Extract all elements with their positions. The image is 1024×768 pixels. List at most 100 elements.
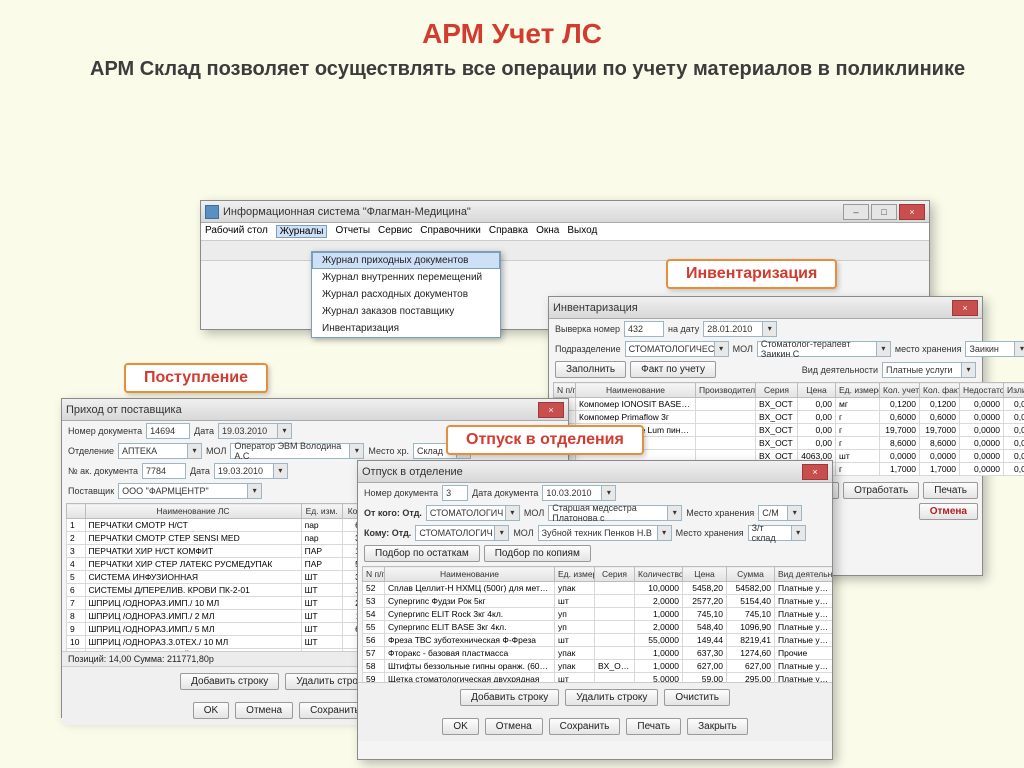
menu-journals[interactable]: Журналы [276,225,328,238]
cell[interactable]: ПЕРЧАТКИ ХИР Н/СТ КОМФИТ [85,545,301,558]
cell[interactable]: 9 [67,623,86,636]
dropdown-arrow-icon[interactable]: ▾ [788,505,802,521]
cell[interactable]: Фторакс - базовая пластмасса [385,647,555,660]
cell[interactable]: 0,00 [798,398,836,411]
cell[interactable]: ПЕРЧАТКИ СМОТР Н/СТ [85,519,301,532]
cell[interactable]: шт [555,673,595,683]
cell[interactable]: 2 [67,532,86,545]
dp-date-field[interactable]: 10.03.2010 [542,485,602,501]
table-row[interactable]: 2Компомер Primaflow 3гBX_ОСТ0,00г0,60000… [554,411,1024,424]
dropdown-item-inventory[interactable]: Инвентаризация [312,320,500,337]
cell[interactable]: 7 [67,597,86,610]
dp-btn-clear[interactable]: Очистить [664,689,730,706]
cell[interactable]: упак [555,582,595,595]
cell[interactable] [696,398,756,411]
cell[interactable]: ШТ [301,584,342,597]
cell[interactable]: 5,0000 [635,673,683,683]
menu-help[interactable]: Справка [489,225,528,238]
cell[interactable]: 3 [67,545,86,558]
cell[interactable]: 0,0000 [1004,463,1024,476]
cell[interactable] [696,437,756,450]
cell[interactable]: 0,1200 [880,398,920,411]
cell[interactable]: Компомер IONOSIT BASELINER - [576,398,696,411]
dropdown-arrow-icon[interactable]: ▾ [248,483,262,499]
cell[interactable] [595,608,635,621]
col-header[interactable]: Ед. измерения [836,383,880,398]
inv-dept-field[interactable]: СТОМАТОЛОГИЧЕС [625,341,715,357]
inv-vnum-field[interactable]: 432 [624,321,664,337]
cell[interactable]: Компомер Primaflow 3г [576,411,696,424]
col-header[interactable]: Цена [683,567,727,582]
cell[interactable]: упак [555,647,595,660]
btn-cancel[interactable]: Отмена [919,503,978,520]
cell[interactable]: 54582,00 [727,582,775,595]
cell[interactable]: Платные услуг [775,621,833,634]
cell[interactable]: Платные услуг [775,582,833,595]
table-row[interactable]: 1Компомер IONOSIT BASELINER -BX_ОСТ0,00м… [554,398,1024,411]
rc-dept-field[interactable]: АПТЕКА [118,443,188,459]
cell[interactable]: г [836,411,880,424]
col-header[interactable]: Ед. измерения [555,567,595,582]
cell[interactable]: СИСТЕМА ИНФУЗИОННАЯ [85,571,301,584]
col-header[interactable]: Производитель [696,383,756,398]
cell[interactable]: BX_ОСТ [756,398,798,411]
dropdown-item-incoming[interactable]: Журнал приходных документов [312,252,500,269]
menu-service[interactable]: Сервис [378,225,412,238]
cell[interactable]: 0,0000 [960,463,1004,476]
cell[interactable] [595,595,635,608]
cell[interactable]: 0,0000 [960,411,1004,424]
dp-btn-print[interactable]: Печать [626,718,681,735]
cell[interactable]: Штифты беззольные гипны оранж. (60шт) [385,660,555,673]
cell[interactable]: BX_ОСТ [756,437,798,450]
cell[interactable]: 1,7000 [880,463,920,476]
dp-btn-delrow[interactable]: Удалить строку [565,689,658,706]
inv-mol-field[interactable]: Стоматолог-терапевт Заикин С [757,341,877,357]
cell[interactable]: 1274,60 [727,647,775,660]
cell[interactable] [595,673,635,683]
cell[interactable]: пар [301,532,342,545]
dropdown-arrow-icon[interactable]: ▾ [506,505,520,521]
minimize-button[interactable]: – [843,204,869,220]
cell[interactable]: 6 [67,584,86,597]
btn-addrow[interactable]: Добавить строку [180,673,279,690]
cell[interactable]: шт [836,450,880,463]
cell[interactable]: 4 [67,558,86,571]
cell[interactable]: шт [555,634,595,647]
menu-reports[interactable]: Отчеты [335,225,370,238]
col-header[interactable]: Недостаток [960,383,1004,398]
col-header[interactable]: Наименование [576,383,696,398]
dp-btn-close[interactable]: Закрыть [687,718,748,735]
close-button[interactable]: × [899,204,925,220]
cell[interactable]: Прочие [775,647,833,660]
cell[interactable]: 1 [67,519,86,532]
table-row[interactable]: 59Щетка стоматологическая двухряднаяшт5,… [363,673,833,683]
cell[interactable]: Фреза ТВС зуботехническая Ф-Фреза [385,634,555,647]
cell[interactable]: 59,00 [683,673,727,683]
dropdown-item-outgoing[interactable]: Журнал расходных документов [312,286,500,303]
cell[interactable]: уп [555,608,595,621]
cell[interactable]: 1,0000 [635,647,683,660]
dropdown-arrow-icon[interactable]: ▾ [188,443,202,459]
inv-fact-button[interactable]: Факт по учету [630,361,716,378]
table-row[interactable]: 53Супергипс Фудзи Рок 5кгшт2,00002577,20… [363,595,833,608]
dp-store1-field[interactable]: С/М [758,505,788,521]
menu-desktop[interactable]: Рабочий стол [205,225,268,238]
menu-exit[interactable]: Выход [567,225,597,238]
cell[interactable]: упак [555,660,595,673]
inv-activity-field[interactable]: Платные услуги [882,362,962,378]
cell[interactable]: ШТ [301,571,342,584]
col-header[interactable]: Серия [756,383,798,398]
cell[interactable]: 8219,41 [727,634,775,647]
cell[interactable]: 0,0000 [960,437,1004,450]
col-header[interactable]: Наименование [385,567,555,582]
cell[interactable]: 53 [363,595,385,608]
cell[interactable]: Платные услуг [775,634,833,647]
table-row[interactable]: 54Супергипс ELIT Rock 3кг 4кл.уп1,000074… [363,608,833,621]
btn-process[interactable]: Отработать [843,482,919,499]
dropdown-arrow-icon[interactable]: ▾ [602,485,616,501]
dp-doc-field[interactable]: 3 [442,485,468,501]
menu-refs[interactable]: Справочники [420,225,481,238]
col-header[interactable]: Кол. учетное [880,383,920,398]
rc-doc-field[interactable]: 14694 [146,423,190,439]
rc-date-field[interactable]: 19.03.2010 [218,423,278,439]
